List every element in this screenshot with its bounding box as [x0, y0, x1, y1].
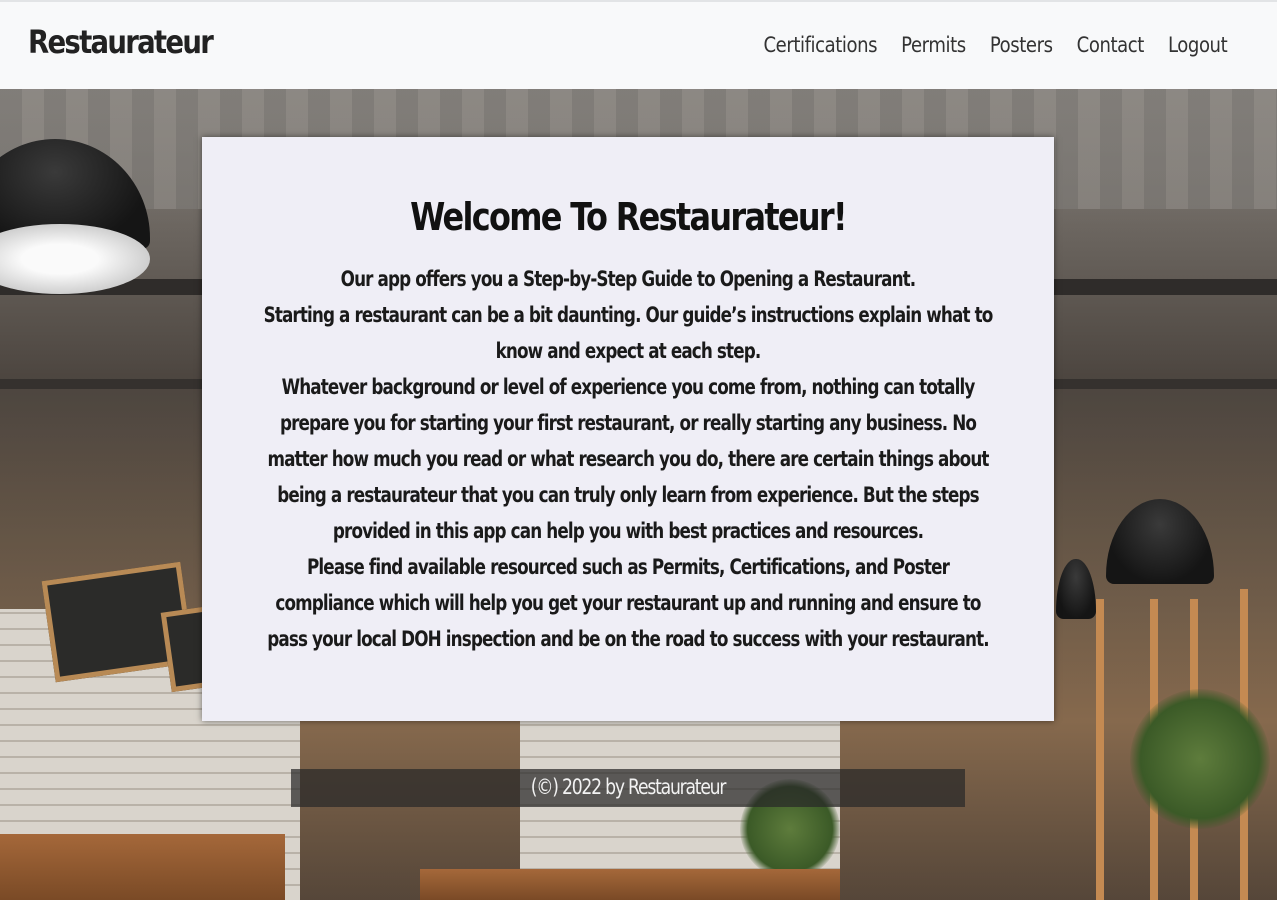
navbar: Restaurateur Certifications Permits Post…	[0, 0, 1277, 89]
welcome-text: Our app offers you a Step-by-Step Guide …	[242, 261, 1014, 657]
window-frame	[1096, 599, 1104, 900]
welcome-title: Welcome To Restaurateur!	[410, 195, 847, 239]
brand-logo-link[interactable]: Restaurateur	[28, 23, 214, 61]
footer: (©) 2022 by Restaurateur	[291, 769, 965, 807]
experience-paragraph: Whatever background or level of experien…	[267, 375, 989, 543]
coffee-counter	[0, 834, 285, 900]
table	[420, 869, 840, 900]
daunting-paragraph: Starting a restaurant can be a bit daunt…	[263, 303, 994, 363]
nav-link-contact[interactable]: Contact	[1076, 33, 1144, 57]
nav-link-logout[interactable]: Logout	[1168, 33, 1228, 57]
plant	[1130, 689, 1270, 829]
nav-link-posters[interactable]: Posters	[990, 33, 1053, 57]
nav-link-certifications[interactable]: Certifications	[763, 33, 877, 57]
welcome-card: Welcome To Restaurateur! Our app offers …	[202, 137, 1054, 721]
nav-links: Certifications Permits Posters Contact L…	[739, 33, 1227, 57]
resources-paragraph: Please find available resourced such as …	[267, 555, 989, 651]
pendant-lamp-small	[1056, 559, 1096, 619]
pendant-lamp-right	[1106, 499, 1214, 584]
copyright-text: (©) 2022 by Restaurateur	[530, 775, 727, 799]
nav-link-permits[interactable]: Permits	[901, 33, 966, 57]
intro-paragraph: Our app offers you a Step-by-Step Guide …	[340, 267, 917, 291]
